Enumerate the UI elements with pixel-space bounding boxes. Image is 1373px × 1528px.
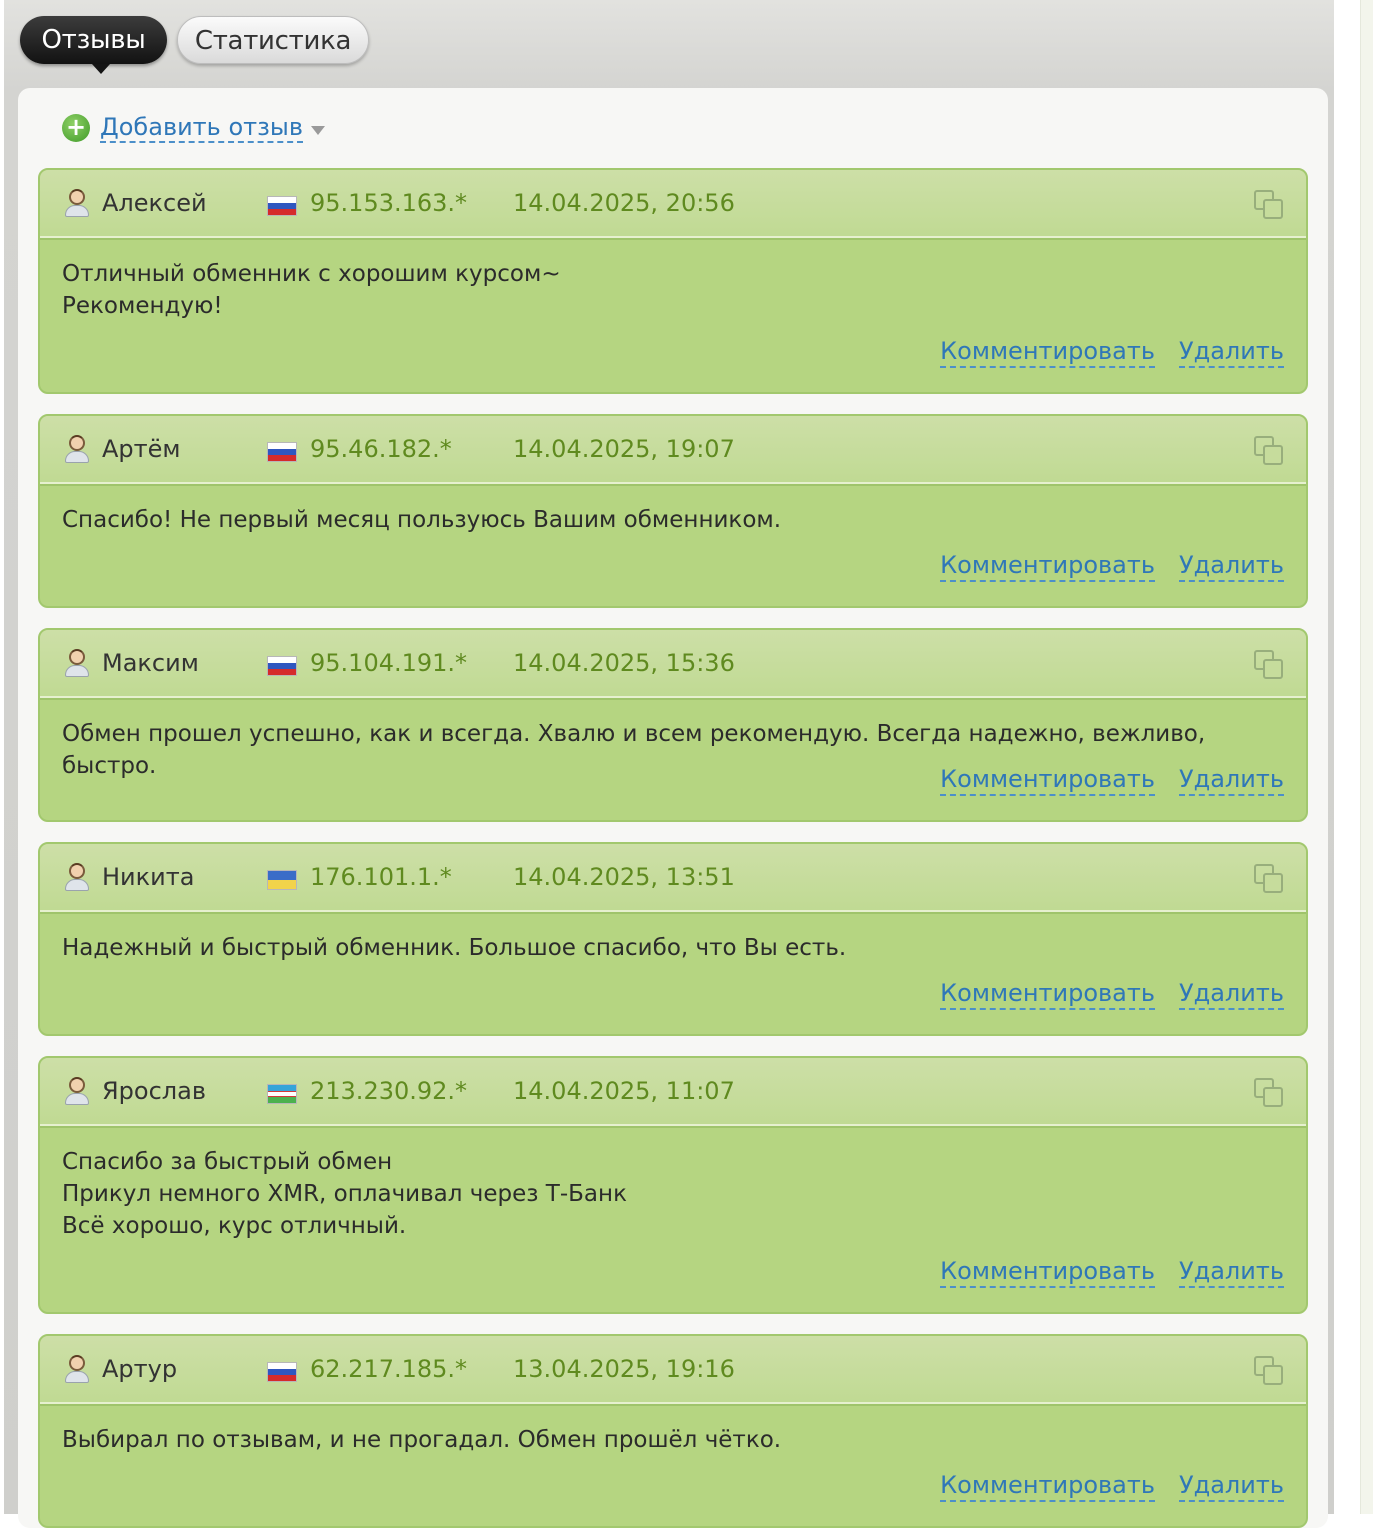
comment-link[interactable]: Комментировать [940, 764, 1155, 796]
review-header: Алексей 95.153.163.* 14.04.2025, 20:56 [40, 170, 1306, 240]
review-text-line: Отличный обменник с хорошим курсом~ [62, 261, 561, 287]
review-author: Алексей [102, 189, 207, 217]
add-review-row[interactable]: + Добавить отзыв [62, 112, 325, 144]
review-ip: 95.153.163.* [310, 189, 468, 217]
review-header: Никита 176.101.1.* 14.04.2025, 13:51 [40, 844, 1306, 914]
review-author: Ярослав [102, 1077, 206, 1105]
review-ip: 95.46.182.* [310, 435, 452, 463]
review-header: Ярослав 213.230.92.* 14.04.2025, 11:07 [40, 1058, 1306, 1128]
review-ip: 62.217.185.* [310, 1355, 468, 1383]
delete-link[interactable]: Удалить [1179, 764, 1284, 796]
review-actions: Комментировать Удалить [940, 1256, 1284, 1288]
dropdown-caret-icon[interactable] [310, 125, 325, 135]
review-actions: Комментировать Удалить [940, 764, 1284, 796]
comment-link[interactable]: Комментировать [940, 1470, 1155, 1502]
comment-link[interactable]: Комментировать [940, 1256, 1155, 1288]
page-edge [1360, 0, 1373, 1514]
reviews-widget: Отзывы Статистика + Добавить отзыв Алекс… [4, 0, 1334, 1528]
review-text-line: Рекомендую! [62, 293, 223, 319]
user-icon [64, 189, 90, 217]
review-header: Артур 62.217.185.* 13.04.2025, 19:16 [40, 1336, 1306, 1406]
uzbekistan-flag-icon [267, 1084, 297, 1104]
review-author: Артём [102, 435, 181, 463]
user-icon [64, 1077, 90, 1105]
review-text-line: Всё хорошо, курс отличный. [62, 1213, 407, 1239]
review-date: 14.04.2025, 19:07 [513, 435, 735, 463]
user-icon [64, 435, 90, 463]
reviews-panel: + Добавить отзыв Алексей 95.153.163.* 14… [18, 88, 1328, 1528]
delete-link[interactable]: Удалить [1179, 550, 1284, 582]
review-card: Артур 62.217.185.* 13.04.2025, 19:16 Выб… [38, 1334, 1308, 1528]
russia-flag-icon [267, 196, 297, 216]
comment-link[interactable]: Комментировать [940, 550, 1155, 582]
russia-flag-icon [267, 442, 297, 462]
add-plus-icon[interactable]: + [62, 114, 90, 142]
comment-link[interactable]: Комментировать [940, 978, 1155, 1010]
review-text: Надежный и быстрый обменник. Большое спа… [40, 912, 1306, 964]
review-ip: 176.101.1.* [310, 863, 452, 891]
user-icon [64, 863, 90, 891]
copy-icon[interactable] [1254, 864, 1284, 894]
review-text: Спасибо за быстрый обмен Прикул немного … [40, 1126, 1306, 1242]
review-actions: Комментировать Удалить [940, 336, 1284, 368]
review-text: Отличный обменник с хорошим курсом~ Реко… [40, 238, 1306, 322]
review-text-line: Прикул немного XMR, оплачивал через Т-Ба… [62, 1181, 627, 1207]
review-actions: Комментировать Удалить [940, 550, 1284, 582]
review-card: Никита 176.101.1.* 14.04.2025, 13:51 Над… [38, 842, 1308, 1036]
review-author: Артур [102, 1355, 178, 1383]
delete-link[interactable]: Удалить [1179, 978, 1284, 1010]
delete-link[interactable]: Удалить [1179, 336, 1284, 368]
review-ip: 95.104.191.* [310, 649, 468, 677]
copy-icon[interactable] [1254, 650, 1284, 680]
comment-link[interactable]: Комментировать [940, 336, 1155, 368]
review-date: 14.04.2025, 11:07 [513, 1077, 735, 1105]
copy-icon[interactable] [1254, 1356, 1284, 1386]
review-actions: Комментировать Удалить [940, 978, 1284, 1010]
review-text: Спасибо! Не первый месяц пользуюсь Вашим… [40, 484, 1306, 536]
review-header: Максим 95.104.191.* 14.04.2025, 15:36 [40, 630, 1306, 700]
review-card: Максим 95.104.191.* 14.04.2025, 15:36 Об… [38, 628, 1308, 822]
review-text-line: Спасибо! Не первый месяц пользуюсь Вашим… [62, 507, 782, 533]
review-card: Алексей 95.153.163.* 14.04.2025, 20:56 О… [38, 168, 1308, 394]
copy-icon[interactable] [1254, 436, 1284, 466]
user-icon [64, 1355, 90, 1383]
review-text-line: Надежный и быстрый обменник. Большое спа… [62, 935, 847, 961]
review-text: Выбирал по отзывам, и не прогадал. Обмен… [40, 1404, 1306, 1456]
review-text-line: Выбирал по отзывам, и не прогадал. Обмен… [62, 1427, 782, 1453]
review-actions: Комментировать Удалить [940, 1470, 1284, 1502]
review-text-line: Спасибо за быстрый обмен [62, 1149, 393, 1175]
russia-flag-icon [267, 656, 297, 676]
delete-link[interactable]: Удалить [1179, 1256, 1284, 1288]
delete-link[interactable]: Удалить [1179, 1470, 1284, 1502]
review-ip: 213.230.92.* [310, 1077, 468, 1105]
review-header: Артём 95.46.182.* 14.04.2025, 19:07 [40, 416, 1306, 486]
review-author: Максим [102, 649, 199, 677]
copy-icon[interactable] [1254, 1078, 1284, 1108]
review-card: Ярослав 213.230.92.* 14.04.2025, 11:07 С… [38, 1056, 1308, 1314]
russia-flag-icon [267, 1362, 297, 1382]
review-date: 13.04.2025, 19:16 [513, 1355, 735, 1383]
add-review-link[interactable]: Добавить отзыв [100, 113, 303, 143]
user-icon [64, 649, 90, 677]
tab-reviews[interactable]: Отзывы [20, 16, 167, 74]
ukraine-flag-icon [267, 870, 297, 890]
review-card: Артём 95.46.182.* 14.04.2025, 19:07 Спас… [38, 414, 1308, 608]
review-date: 14.04.2025, 20:56 [513, 189, 735, 217]
review-author: Никита [102, 863, 195, 891]
tab-statistics[interactable]: Статистика [177, 16, 369, 64]
copy-icon[interactable] [1254, 190, 1284, 220]
review-date: 14.04.2025, 13:51 [513, 863, 735, 891]
review-date: 14.04.2025, 15:36 [513, 649, 735, 677]
